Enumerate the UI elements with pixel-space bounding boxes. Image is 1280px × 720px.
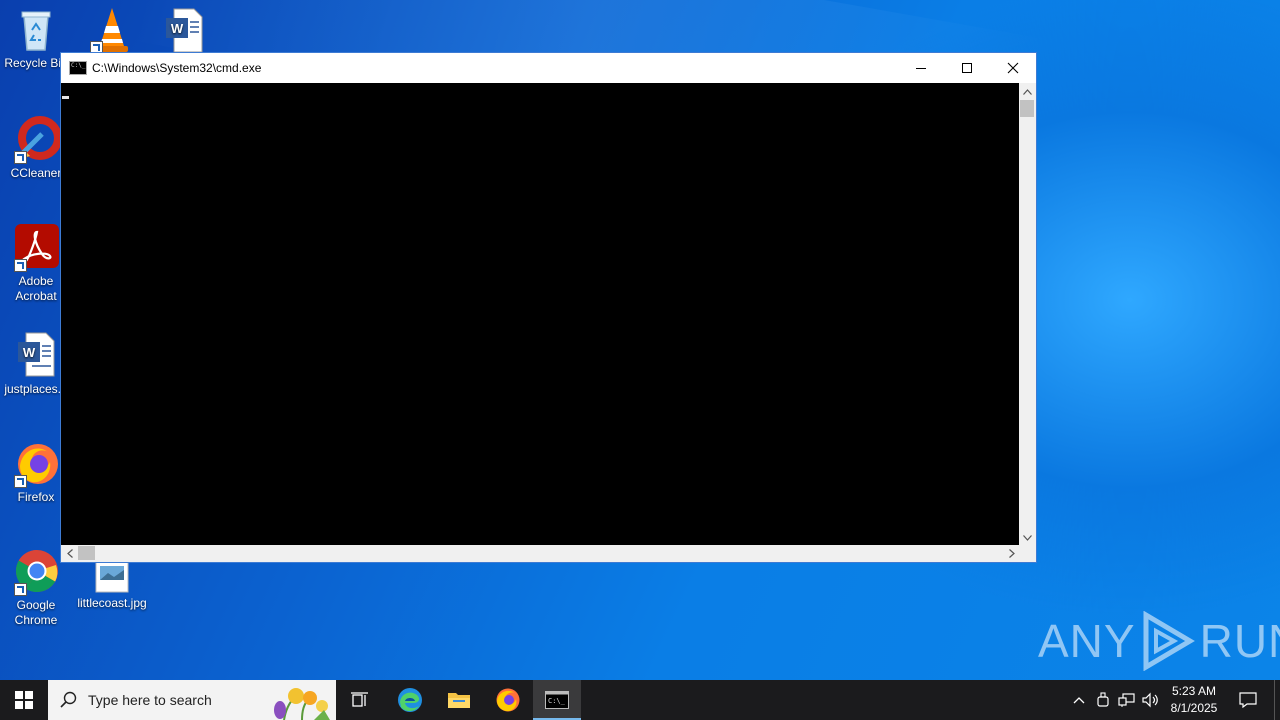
shortcut-arrow-icon xyxy=(14,259,27,272)
vlc-icon xyxy=(88,6,136,54)
taskbar-search-box[interactable]: Type here to search xyxy=(48,680,336,720)
task-view-icon xyxy=(351,692,368,707)
speaker-icon xyxy=(1142,692,1158,708)
chrome-icon xyxy=(12,548,60,596)
tray-volume-button[interactable] xyxy=(1140,680,1162,720)
show-hidden-icons-button[interactable] xyxy=(1068,680,1090,720)
desktop-icon-word-doc[interactable]: W xyxy=(146,6,222,56)
watermark-text-right: RUN xyxy=(1199,615,1280,667)
notification-icon xyxy=(1239,692,1257,708)
chevron-up-icon xyxy=(1023,88,1032,95)
shortcut-arrow-icon xyxy=(14,151,27,164)
cmd-icon: C:\_ xyxy=(545,691,569,709)
horizontal-scroll-thumb[interactable] xyxy=(78,546,95,560)
maximize-button[interactable] xyxy=(944,53,990,83)
taskbar-clock[interactable]: 5:23 AM 8/1/2025 xyxy=(1160,683,1228,717)
text-cursor xyxy=(62,96,69,99)
chevron-up-icon xyxy=(1073,697,1085,704)
window-titlebar[interactable]: C:\Windows\System32\cmd.exe xyxy=(61,53,1036,83)
start-button[interactable] xyxy=(0,680,48,720)
action-center-button[interactable] xyxy=(1230,680,1266,720)
vertical-scrollbar[interactable] xyxy=(1019,83,1036,546)
svg-text:W: W xyxy=(171,21,184,36)
close-button[interactable] xyxy=(990,53,1036,83)
close-icon xyxy=(1007,62,1019,74)
network-icon xyxy=(1118,693,1135,707)
search-icon xyxy=(60,691,77,708)
scroll-up-button[interactable] xyxy=(1019,83,1036,100)
scroll-left-button[interactable] xyxy=(61,545,78,562)
cmd-window[interactable]: C:\Windows\System32\cmd.exe xyxy=(60,52,1037,563)
vertical-scroll-thumb[interactable] xyxy=(1020,100,1034,117)
search-highlight-flowers-icon xyxy=(274,688,330,720)
firefox-icon xyxy=(496,688,520,712)
taskbar-edge-button[interactable] xyxy=(386,680,434,720)
task-view-button[interactable] xyxy=(336,680,384,720)
scrollbar-corner xyxy=(1019,545,1036,562)
chevron-down-icon xyxy=(1023,534,1032,541)
desktop-icon-label: littlecoast.jpg xyxy=(77,596,147,610)
firefox-icon xyxy=(12,440,60,488)
scroll-down-button[interactable] xyxy=(1019,529,1036,546)
chevron-left-icon xyxy=(66,549,73,558)
anyrun-watermark: ANY RUN xyxy=(1038,608,1280,674)
edge-icon xyxy=(398,688,422,712)
horizontal-scrollbar[interactable] xyxy=(61,545,1020,562)
shortcut-arrow-icon xyxy=(14,475,27,488)
tray-network-button[interactable] xyxy=(1116,680,1138,720)
minimize-icon xyxy=(916,68,926,69)
taskbar: Type here to search C:\_ 5:23 AM 8/1/202… xyxy=(0,680,1280,720)
scroll-right-button[interactable] xyxy=(1003,545,1020,562)
minimize-button[interactable] xyxy=(898,53,944,83)
image-file-icon xyxy=(88,558,136,594)
desktop-icon-littlecoast[interactable]: littlecoast.jpg xyxy=(74,558,150,611)
window-title: C:\Windows\System32\cmd.exe xyxy=(92,61,262,75)
tray-device-button[interactable] xyxy=(1092,680,1114,720)
desktop-icon-vlc[interactable] xyxy=(74,6,150,56)
svg-text:W: W xyxy=(23,345,36,360)
usb-device-icon xyxy=(1097,692,1109,707)
clock-date: 8/1/2025 xyxy=(1170,701,1218,715)
taskbar-firefox-button[interactable] xyxy=(484,680,532,720)
desktop-icon-label: Google Chrome xyxy=(14,598,58,627)
folder-icon xyxy=(448,693,470,708)
console-output-area[interactable] xyxy=(61,83,1020,546)
taskbar-cmd-button[interactable]: C:\_ xyxy=(533,680,581,720)
show-desktop-button[interactable] xyxy=(1274,680,1280,720)
maximize-icon xyxy=(962,63,972,73)
cmd-app-icon[interactable] xyxy=(69,61,87,75)
word-doc-icon: W xyxy=(160,6,208,54)
windows-logo-icon xyxy=(15,691,33,709)
ccleaner-icon xyxy=(12,116,62,164)
recycle-bin-icon xyxy=(12,6,60,54)
watermark-text-left: ANY xyxy=(1038,615,1136,667)
search-placeholder: Type here to search xyxy=(88,692,212,708)
chevron-right-icon xyxy=(1008,549,1015,558)
taskbar-file-explorer-button[interactable] xyxy=(435,680,483,720)
play-logo-icon xyxy=(1143,611,1195,671)
svg-text:C:\_: C:\_ xyxy=(548,697,566,705)
word-doc-icon: W xyxy=(12,332,60,380)
acrobat-icon xyxy=(12,224,60,272)
shortcut-arrow-icon xyxy=(14,583,27,596)
clock-time: 5:23 AM xyxy=(1171,684,1217,698)
